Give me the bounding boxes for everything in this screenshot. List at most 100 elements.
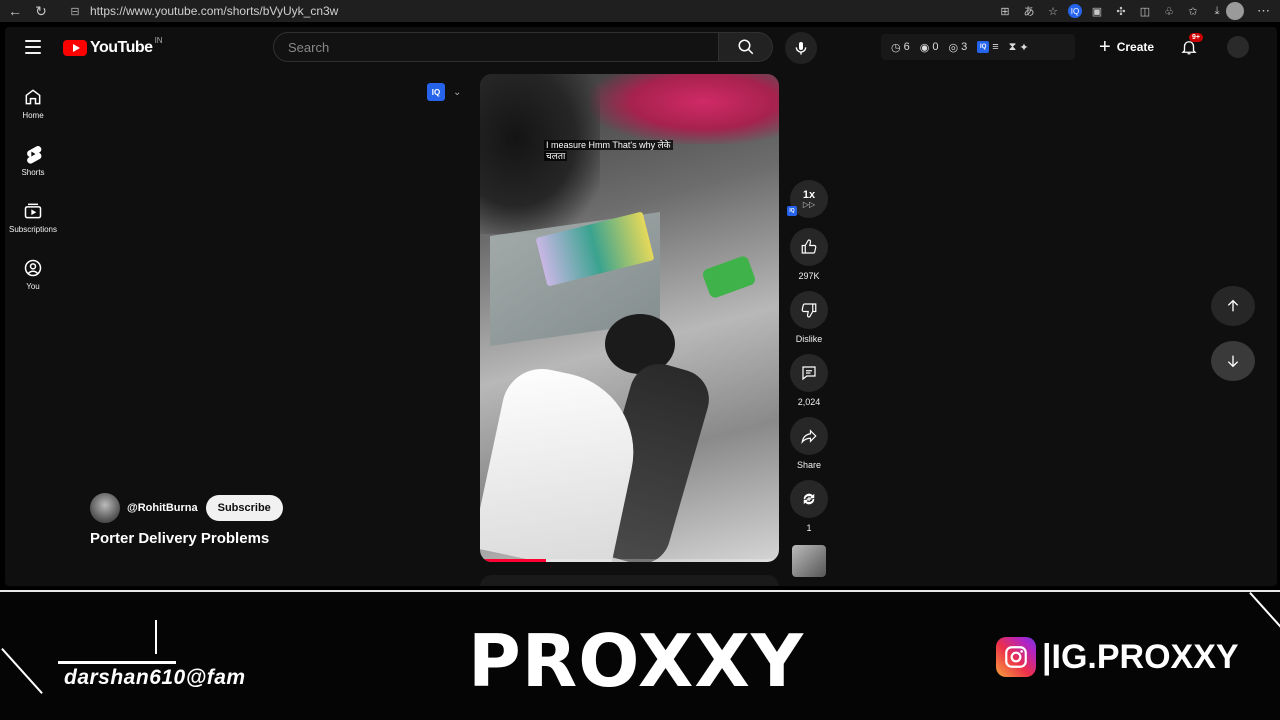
notification-badge: 9+ xyxy=(1189,33,1203,42)
timer-count: 6 xyxy=(903,41,910,53)
comments-button[interactable] xyxy=(790,354,828,392)
sidebar-item-home[interactable]: Home xyxy=(5,75,61,131)
arrow-down-icon xyxy=(1227,355,1239,368)
iq-small-icon: IQ xyxy=(787,206,797,216)
sidebar-item-you[interactable]: You xyxy=(5,246,61,302)
puzzle-extensions-icon[interactable]: ✣ xyxy=(1112,2,1130,20)
sound-action xyxy=(789,543,829,577)
like-button[interactable] xyxy=(790,228,828,266)
translate-icon[interactable]: あ xyxy=(1020,2,1038,20)
dislike-button[interactable] xyxy=(790,291,828,329)
comment-icon xyxy=(802,366,816,381)
short-title[interactable]: Porter Delivery Problems xyxy=(90,530,269,547)
mini-guide: Home Shorts Subscriptions You xyxy=(5,75,61,303)
shorts-icon xyxy=(27,145,42,164)
video-caption: I measure Hmm That's why लेके चलता xyxy=(544,140,692,162)
sidebar-item-shorts[interactable]: Shorts xyxy=(5,132,61,188)
sidebar-item-label: You xyxy=(26,281,40,291)
share-action: Share xyxy=(789,417,829,470)
iq-extension-icon[interactable]: IQ xyxy=(1068,4,1082,18)
channel-info: @RohitBurna Subscribe xyxy=(90,493,283,523)
decorative-slash xyxy=(1249,592,1280,638)
menu-icon[interactable] xyxy=(25,40,41,54)
split-screen-icon[interactable]: ◫ xyxy=(1136,2,1154,20)
voice-search-button[interactable] xyxy=(785,32,817,64)
browser-toolbar: ← ↻ ⊟ https://www.youtube.com/shorts/bVy… xyxy=(0,0,1280,22)
iq-player-menu[interactable]: IQ ⌄ xyxy=(427,83,461,101)
remix-count: 1 xyxy=(806,523,812,533)
next-short-preview xyxy=(480,575,779,586)
decorative-slash xyxy=(1,648,43,694)
search-button[interactable] xyxy=(719,32,773,62)
browser-profile-avatar[interactable] xyxy=(1226,2,1244,20)
reload-button[interactable]: ↻ xyxy=(30,0,52,22)
search-input[interactable] xyxy=(288,39,718,55)
like-count: 297K xyxy=(798,271,820,281)
share-label: Share xyxy=(796,460,822,470)
bookmark-star-icon[interactable]: ☆ xyxy=(1044,2,1062,20)
downloads-icon[interactable]: ⤓ xyxy=(1208,2,1226,20)
logo-text: YouTube xyxy=(90,39,153,56)
hourglass-menu[interactable]: ⧗ ✦ xyxy=(1009,41,1029,54)
sidebar-item-subscriptions[interactable]: Subscriptions xyxy=(5,189,61,245)
arrow-up-icon xyxy=(1227,299,1239,312)
shield-extension-icon[interactable]: ▣ xyxy=(1088,2,1106,20)
youtube-logo[interactable]: YouTube IN xyxy=(63,35,163,57)
views-counter-b[interactable]: ◎ 3 xyxy=(948,41,967,54)
subscribe-button[interactable]: Subscribe xyxy=(205,495,283,521)
views-counter-a[interactable]: ◉ 0 xyxy=(920,41,939,54)
back-button[interactable]: ← xyxy=(4,0,26,22)
iq-badge-icon: IQ xyxy=(977,41,990,53)
reel-action-bar: 1x ▷▷ IQ 297K Dislike 2,024 Share 1 xyxy=(787,180,829,586)
thumbs-down-icon xyxy=(801,303,817,318)
remix-action: 1 xyxy=(789,480,829,533)
performance-icon[interactable]: ♧ xyxy=(1160,2,1178,20)
share-icon xyxy=(801,429,817,445)
browser-menu-icon[interactable]: ⋯ xyxy=(1257,0,1270,22)
speed-label: 1x xyxy=(802,188,816,201)
next-short-button[interactable] xyxy=(1211,341,1255,381)
decorative-bar xyxy=(155,620,157,654)
channel-avatar[interactable] xyxy=(90,493,120,523)
home-icon xyxy=(25,88,41,104)
previous-short-button[interactable] xyxy=(1211,286,1255,326)
share-button[interactable] xyxy=(790,417,828,455)
remix-icon xyxy=(803,493,815,505)
notifications-button[interactable]: 9+ xyxy=(1177,33,1203,59)
search-box xyxy=(273,32,719,62)
sparkle-icon: ✦ xyxy=(1019,41,1029,54)
site-info-icon[interactable]: ⊟ xyxy=(68,4,82,18)
fast-forward-icon: ▷▷ xyxy=(802,199,816,209)
address-bar[interactable]: ⊟ https://www.youtube.com/shorts/bVyUyk_… xyxy=(62,0,1002,22)
thumbs-up-icon xyxy=(801,239,817,254)
like-action: 297K xyxy=(789,228,829,281)
microphone-icon xyxy=(795,42,807,55)
video-frame-detail xyxy=(701,254,757,300)
channel-handle[interactable]: @RohitBurna xyxy=(127,502,198,514)
instagram-icon xyxy=(996,637,1036,677)
remix-button[interactable] xyxy=(790,480,828,518)
app-grid-icon[interactable]: ⊞ xyxy=(996,2,1014,20)
iq-menu[interactable]: IQ ≡ xyxy=(977,41,999,53)
search-icon xyxy=(738,39,753,55)
overlay-handle-text: darshan610@fam xyxy=(64,666,246,689)
timer-counter[interactable]: ◷ 6 xyxy=(891,41,910,54)
caption-line: चलता xyxy=(544,151,568,161)
shorts-video-player[interactable]: I measure Hmm That's why लेके चलता xyxy=(480,74,779,562)
country-code: IN xyxy=(154,35,163,45)
iq-icon: IQ xyxy=(427,83,445,101)
create-button[interactable]: + Create xyxy=(1089,33,1164,61)
dislike-action: Dislike xyxy=(789,291,829,344)
comment-count: 2,024 xyxy=(797,397,821,407)
account-avatar[interactable] xyxy=(1227,36,1249,58)
list-icon: ≡ xyxy=(992,41,999,53)
favorites-icon[interactable]: ✩ xyxy=(1184,2,1202,20)
masthead: YouTube IN ◷6 ◉0 ◎3 IQ≡ ⧗✦ + Create 9+ xyxy=(5,27,1277,69)
sound-thumbnail[interactable] xyxy=(792,545,826,577)
comment-action: 2,024 xyxy=(789,354,829,407)
video-frame-detail xyxy=(590,74,779,144)
subscriptions-icon xyxy=(24,203,42,218)
eye-icon: ◉ xyxy=(919,41,930,54)
playback-speed-button[interactable]: 1x ▷▷ IQ xyxy=(787,180,828,218)
stream-overlay-banner: darshan610@fam PROXXY |IG.PROXXY xyxy=(0,590,1280,720)
